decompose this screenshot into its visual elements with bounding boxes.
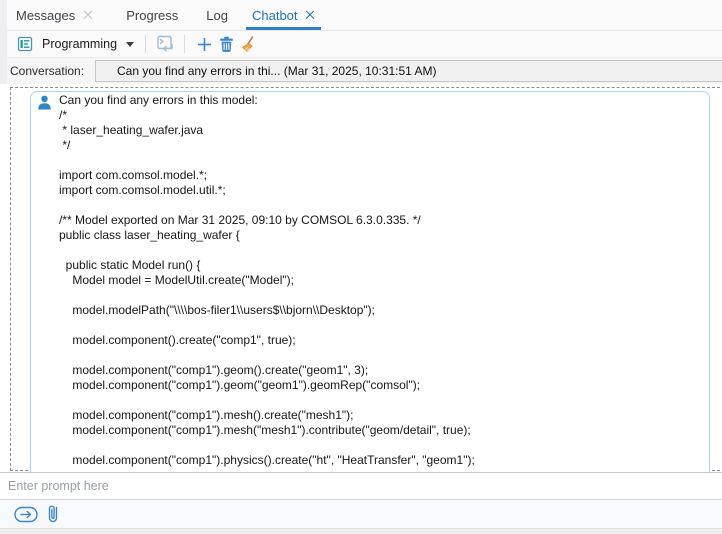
send-to-editor-icon[interactable]: [154, 33, 176, 55]
clear-conversation-icon[interactable]: [237, 33, 259, 55]
chevron-down-icon: [126, 42, 134, 47]
window-bottom-edge: [0, 528, 722, 534]
prompt-row: [0, 472, 722, 499]
conversation-selected-value: Can you find any errors in thi... (Mar 3…: [117, 64, 437, 78]
tab-log-label: Log: [206, 8, 228, 23]
send-bar: [0, 499, 722, 528]
mode-dropdown[interactable]: Programming: [11, 31, 137, 57]
close-tab-chatbot-icon[interactable]: [306, 11, 315, 20]
toolbar-separator: [145, 35, 146, 53]
tab-chatbot-label: Chatbot: [252, 8, 298, 23]
tab-messages-label: Messages: [16, 8, 75, 23]
tab-log[interactable]: Log: [206, 0, 228, 30]
chatbot-window: Messages Progress Log Chatbot: [0, 0, 722, 534]
conversation-select[interactable]: Can you find any errors in thi... (Mar 3…: [95, 60, 722, 82]
tab-messages[interactable]: Messages: [16, 0, 92, 30]
prompt-input[interactable]: [0, 473, 722, 499]
delete-conversation-icon[interactable]: [215, 33, 237, 55]
user-avatar-icon: [37, 95, 52, 111]
toolbar-separator: [184, 35, 185, 53]
user-message-text: Can you find any errors in this model: /…: [59, 93, 682, 468]
programming-icon: [14, 33, 36, 55]
close-tab-messages-icon[interactable]: [83, 11, 92, 20]
tab-progress[interactable]: Progress: [126, 0, 178, 30]
tab-chatbot[interactable]: Chatbot: [252, 0, 315, 30]
add-conversation-icon[interactable]: [193, 33, 215, 55]
conversation-label: Conversation:: [10, 64, 84, 78]
mode-dropdown-label: Programming: [42, 37, 117, 51]
attach-file-icon[interactable]: [46, 503, 60, 525]
window-left-edge: [0, 0, 7, 84]
tab-progress-label: Progress: [126, 8, 178, 23]
send-prompt-icon[interactable]: [14, 506, 38, 523]
conversation-row: Conversation: Can you find any errors in…: [0, 58, 722, 84]
chat-transcript[interactable]: Can you find any errors in this model: /…: [0, 84, 722, 472]
chatbot-toolbar: Programming: [0, 31, 722, 58]
tab-bar: Messages Progress Log Chatbot: [0, 0, 722, 31]
